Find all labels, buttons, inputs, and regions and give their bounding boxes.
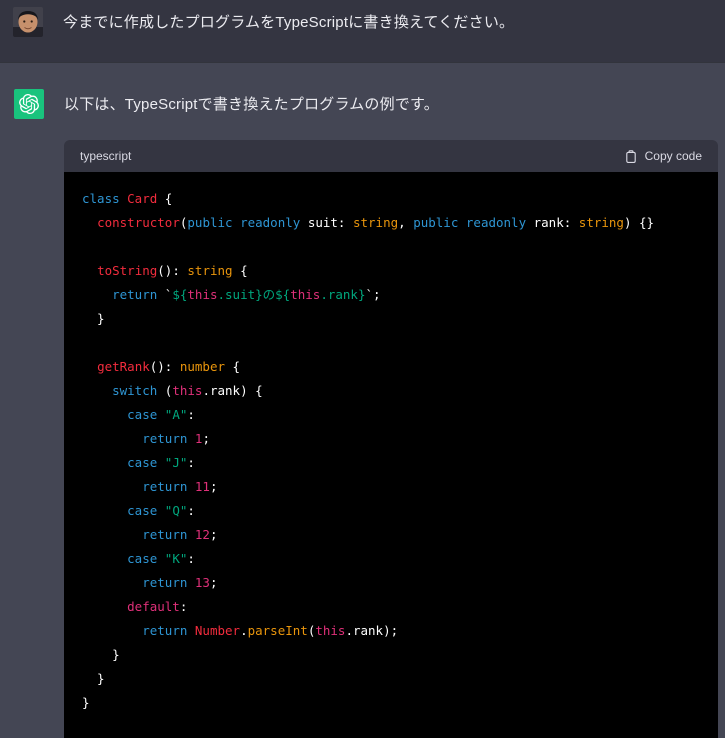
code-line: return Number.parseInt(this.rank); [142,623,399,638]
code-line: return 12; [142,527,218,542]
code-line: class Card { [82,191,173,206]
code-line: } [82,695,90,710]
code-line: return `${this.suit}の${this.rank}`; [112,287,381,302]
code-line: getRank(): number { [97,359,241,374]
code-line: case "Q": [127,503,195,518]
code-line: } [82,647,120,662]
code-language-label: typescript [80,149,132,163]
code-block-header: typescript Copy code [64,140,718,172]
code-line: return 11; [142,479,218,494]
clipboard-icon [624,149,638,164]
code-line: switch (this.rank) { [112,383,263,398]
chat-page: 今までに作成したプログラムをTypeScriptに書き換えてください。 以下は、… [0,0,725,738]
code-block: typescript Copy code class Card { constr… [64,140,718,738]
code-content: class Card { constructor(public readonly… [64,172,718,738]
code-line: case "K": [127,551,195,566]
copy-code-button[interactable]: Copy code [624,149,702,164]
code-line: return 13; [142,575,218,590]
openai-logo-icon [19,94,39,114]
code-line: constructor(public readonly suit: string… [97,215,655,230]
code-line: } [82,671,105,686]
user-photo [13,7,43,37]
assistant-message-text: 以下は、TypeScriptで書き換えたプログラムの例です。 [64,96,439,113]
code-line: toString(): string { [97,263,248,278]
code-line: case "J": [127,455,195,470]
user-message-row: 今までに作成したプログラムをTypeScriptに書き換えてください。 [0,0,725,62]
chatgpt-avatar [14,89,44,119]
assistant-message-row: 以下は、TypeScriptで書き換えたプログラムの例です。 typescrip… [0,62,725,738]
user-message-text: 今までに作成したプログラムをTypeScriptに書き換えてください。 [63,14,515,31]
copy-code-label: Copy code [644,149,702,163]
user-avatar [13,7,43,37]
code-line: case "A": [127,407,195,422]
code-line: return 1; [142,431,210,446]
code-line: } [82,311,105,326]
code-line: default: [127,599,188,614]
